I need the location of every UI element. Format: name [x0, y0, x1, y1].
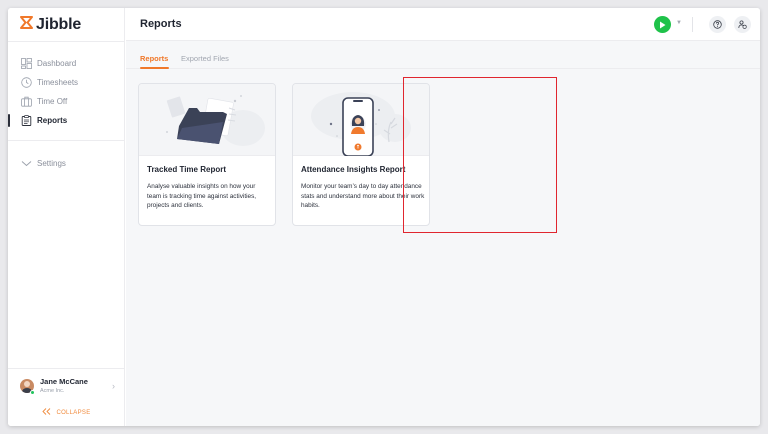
- divider: [8, 41, 125, 42]
- clock-in-button[interactable]: [654, 16, 671, 33]
- online-status-dot: [30, 390, 35, 395]
- sidebar-item-settings[interactable]: Settings: [8, 154, 125, 173]
- sidebar-item-label: Time Off: [37, 97, 68, 106]
- clipboard-icon: [21, 115, 32, 126]
- sidebar-item-label: Dashboard: [37, 59, 77, 68]
- user-name: Jane McCane: [40, 377, 88, 386]
- logo[interactable]: Jibble: [20, 16, 81, 34]
- user-organization: Acme Inc.: [40, 388, 65, 394]
- app-window: Jibble Dashboard Timesheets Time Off Rep…: [8, 8, 760, 426]
- double-chevron-left-icon: [42, 408, 56, 416]
- divider: [692, 17, 693, 32]
- card-title: Tracked Time Report: [147, 165, 226, 174]
- notifications-button[interactable]: [734, 16, 751, 33]
- caret-down-icon[interactable]: ▼: [676, 20, 682, 26]
- chevron-down-icon: [21, 158, 32, 169]
- sidebar-item-time-off[interactable]: Time Off: [8, 92, 125, 111]
- tab-reports[interactable]: Reports: [140, 54, 168, 63]
- top-header: Reports ▼: [126, 8, 760, 41]
- tab-bar: Reports Exported Files: [126, 41, 760, 69]
- clock-icon: [21, 77, 32, 88]
- sidebar-item-label: Timesheets: [37, 78, 79, 87]
- tracked-time-illustration: [139, 84, 275, 156]
- selection-highlight-box: [403, 77, 557, 233]
- person-clock-icon: [738, 16, 747, 34]
- collapse-button[interactable]: COLLAPSE: [8, 408, 125, 416]
- sidebar: Jibble Dashboard Timesheets Time Off Rep…: [8, 8, 125, 426]
- card-title: Attendance Insights Report: [301, 165, 406, 174]
- sidebar-nav: Dashboard Timesheets Time Off Reports: [8, 54, 125, 130]
- page-title: Reports: [140, 18, 182, 30]
- chevron-right-icon: ›: [112, 381, 115, 391]
- dashboard-icon: [21, 58, 32, 69]
- suitcase-icon: [21, 96, 32, 107]
- collapse-label: COLLAPSE: [56, 410, 91, 416]
- play-icon: [659, 16, 666, 34]
- user-info: Jane McCane Acme Inc.: [40, 377, 88, 394]
- help-icon: [713, 16, 722, 34]
- sidebar-item-timesheets[interactable]: Timesheets: [8, 73, 125, 92]
- tab-exported-files[interactable]: Exported Files: [181, 54, 229, 63]
- jibble-logo-icon: [20, 16, 33, 34]
- main-content: Reports ▼ Reports Exported Files Tracked…: [126, 8, 760, 426]
- active-tab-indicator: [140, 67, 169, 69]
- card-description: Analyse valuable insights on how your te…: [147, 183, 257, 210]
- sidebar-item-dashboard[interactable]: Dashboard: [8, 54, 125, 73]
- sidebar-item-label: Settings: [37, 159, 66, 168]
- help-button[interactable]: [709, 16, 726, 33]
- sidebar-item-label: Reports: [37, 116, 68, 125]
- report-card-tracked-time[interactable]: Tracked Time Report Analyse valuable ins…: [138, 83, 276, 226]
- logo-text: Jibble: [36, 16, 82, 33]
- sidebar-settings: Settings: [8, 154, 125, 173]
- sidebar-item-reports[interactable]: Reports: [8, 111, 125, 130]
- user-profile[interactable]: Jane McCane Acme Inc. ›: [8, 368, 125, 402]
- divider: [8, 140, 125, 141]
